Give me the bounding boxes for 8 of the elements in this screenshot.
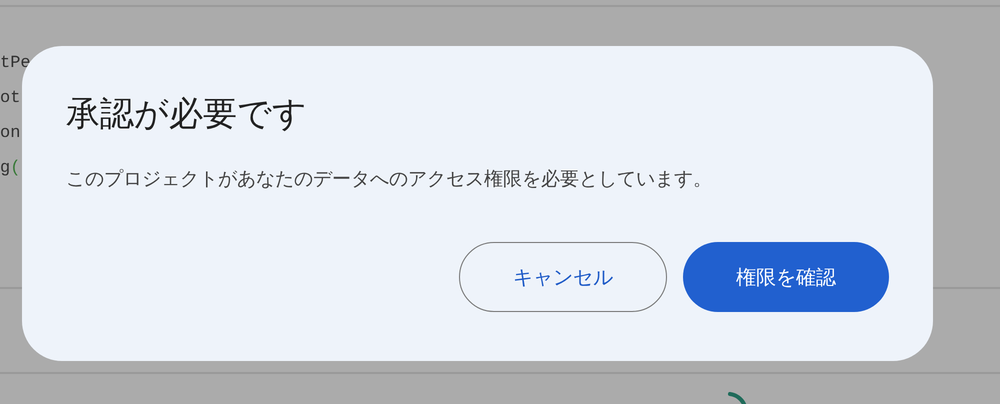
code-line: ot [0,88,20,110]
dialog-title: 承認が必要です [66,93,308,136]
confirm-button[interactable]: 権限を確認 [683,242,889,312]
code-line: tPe [0,53,31,75]
code-line: g( [0,158,20,180]
code-line: on [0,123,20,145]
cancel-button[interactable]: キャンセル [459,242,667,312]
dialog-message: このプロジェクトがあなたのデータへのアクセス権限を必要としています。 [66,167,713,192]
